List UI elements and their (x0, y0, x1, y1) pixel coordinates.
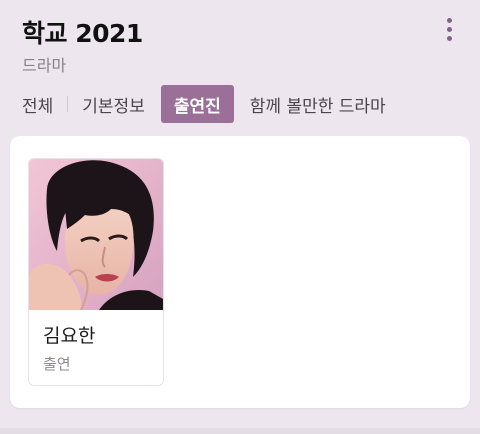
page-title: 학교 2021 (22, 19, 143, 48)
more-options-icon-dot (447, 36, 452, 41)
page-subtitle: 드라마 (22, 56, 67, 75)
tab-cast[interactable]: 출연진 (160, 85, 234, 123)
tab-all[interactable]: 전체 (22, 86, 53, 122)
cast-card[interactable]: 김요한 출연 (28, 158, 164, 386)
tab-basic-info[interactable]: 기본정보 (82, 86, 145, 122)
tab-divider (67, 96, 69, 112)
header: 학교 2021 드라마 (22, 10, 470, 80)
cast-name: 김요한 (43, 325, 96, 347)
more-options-button[interactable] (440, 16, 460, 44)
cast-photo (29, 159, 163, 310)
more-options-icon-dot (447, 27, 452, 32)
portrait-image (29, 159, 163, 310)
cast-role: 출연 (43, 355, 71, 373)
more-options-icon (447, 18, 452, 23)
bottom-divider (0, 428, 480, 434)
tab-related-dramas[interactable]: 함께 볼만한 드라마 (250, 86, 386, 122)
tab-bar: 전체 기본정보 출연진 함께 볼만한 드라마 (22, 85, 386, 123)
cast-panel: 김요한 출연 (10, 136, 470, 408)
